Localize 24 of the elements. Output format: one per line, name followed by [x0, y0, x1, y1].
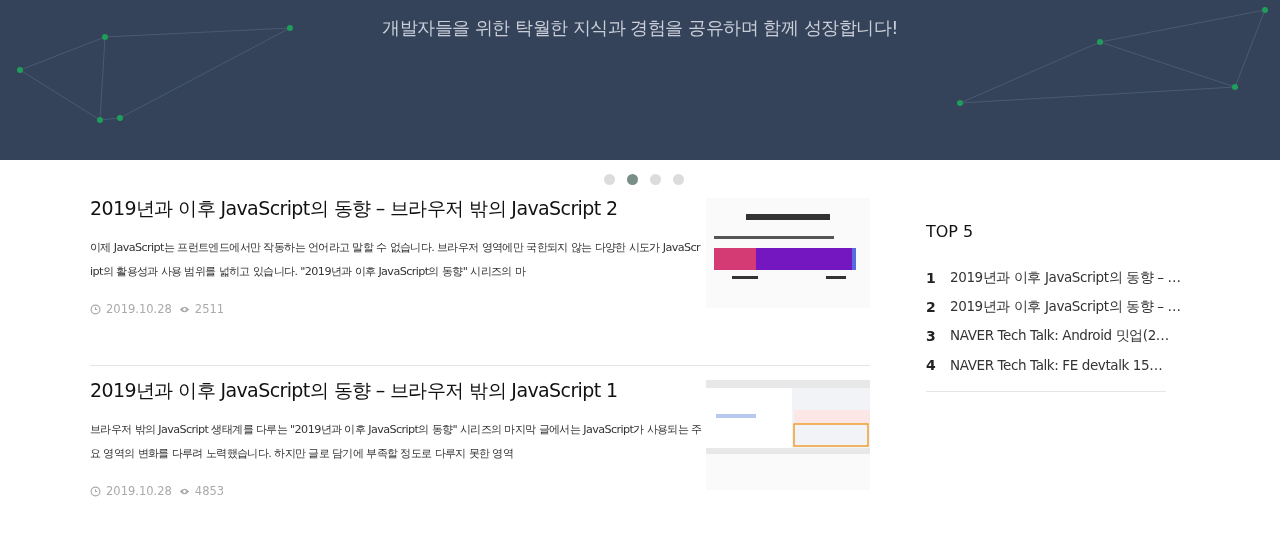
post-date: 2019.10.28: [106, 484, 172, 498]
sidebar-title: TOP 5: [926, 222, 975, 241]
view-count: 4853: [194, 484, 225, 498]
slider-dot[interactable]: [604, 174, 615, 185]
post-title[interactable]: 2019년과 이후 JavaScript의 동향 – 브라우저 밖의 JavaScript 1: [90, 378, 702, 404]
rank-number: 3: [926, 327, 935, 344]
top-post-link[interactable]: NAVER Tech Talk: Android 밋업(2…: [950, 326, 1169, 345]
rank-number: 4: [926, 356, 935, 373]
top-post-link[interactable]: 2019년과 이후 JavaScript의 동향 – …: [950, 268, 1181, 287]
post-date: 2019.10.28: [106, 302, 172, 316]
top-post-link[interactable]: 2019년과 이후 JavaScript의 동향 – …: [950, 297, 1181, 316]
post-excerpt: 브라우저 밖의 JavaScript 생태계를 다루는 "2019년과 이후 JavaScript의 동향" 시리즈의 마지막 글에서는 JavaScript가 사용되는 주요 영역의 변화를 다루려 노력했습니다. 하지만 글로 담기에 부족할 정도로 다루지 못한 영역: [90, 422, 702, 462]
slider-dot[interactable]: [627, 174, 638, 185]
top-post-link[interactable]: NAVER Tech Talk: FE devtalk 15…: [950, 356, 1163, 373]
view-count: 2511: [194, 302, 225, 316]
tagline: 개발자들을 위한 탁월한 지식과 경험을 공유하며 함께 성장합니다!: [382, 16, 898, 40]
rank-number: 1: [926, 269, 935, 286]
post-title[interactable]: 2019년과 이후 JavaScript의 동향 – 브라우저 밖의 JavaScript 2: [90, 196, 702, 222]
post-excerpt: 이제 JavaScript는 프런트엔드에서만 작동하는 언어라고 말할 수 없습니다. 브라우저 영역에만 국한되지 않는 다양한 시도가 JavaScript의 활용성과 사용 범위를 넓히고 있습니다. "2019년과 이후 JavaScript의 동향" 시리즈의 마: [90, 240, 702, 280]
clock-icon: [90, 303, 101, 315]
slider-dot[interactable]: [650, 174, 661, 185]
rank-number: 2: [926, 298, 935, 315]
slider-dot[interactable]: [673, 174, 684, 185]
clock-icon: [90, 485, 101, 497]
